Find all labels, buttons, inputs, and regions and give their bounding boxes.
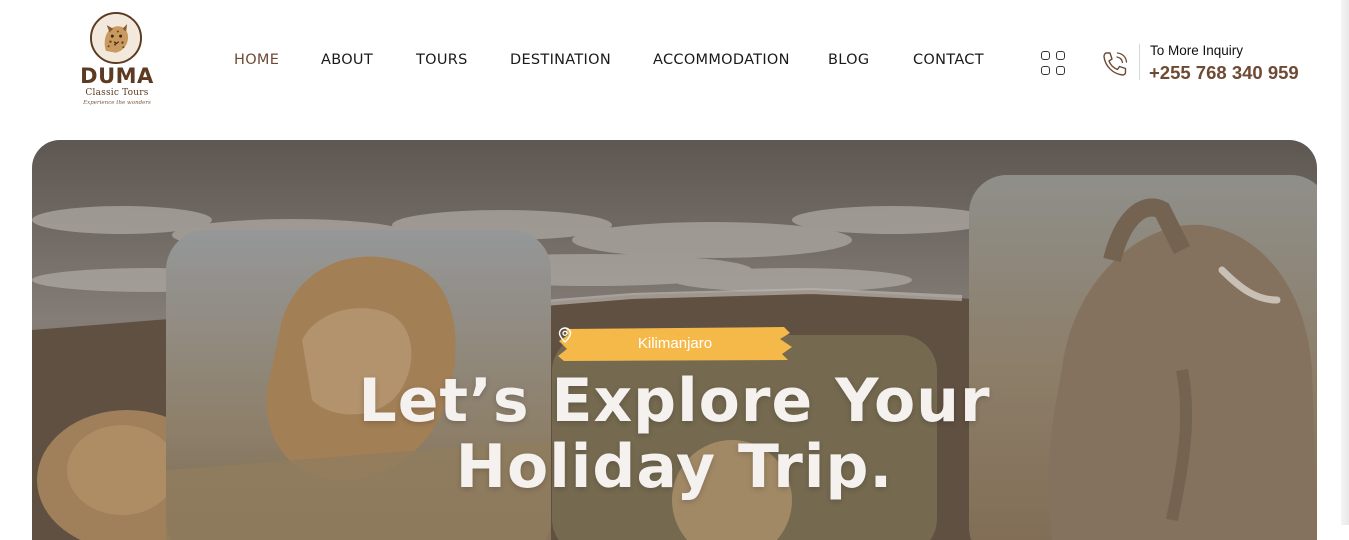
nav-item-about[interactable]: ABOUT xyxy=(321,52,373,68)
hero-title-line2: Holiday Trip. xyxy=(455,432,894,502)
hero-title: Let’s Explore Your Holiday Trip. xyxy=(32,368,1317,500)
location-badge: Kilimanjaro xyxy=(558,327,792,361)
site-header: DUMA Classic Tours Experience the wonder… xyxy=(0,0,1349,140)
grid-menu-icon[interactable] xyxy=(1040,50,1068,78)
logo-tagline: Experience the wonders xyxy=(83,100,151,106)
map-pin-icon xyxy=(558,327,572,343)
location-label: Kilimanjaro xyxy=(637,335,713,352)
inquiry-divider xyxy=(1139,44,1140,80)
nav-item-tours[interactable]: TOURS xyxy=(416,52,468,68)
nav-item-contact[interactable]: CONTACT xyxy=(913,52,984,68)
phone-call-icon xyxy=(1099,48,1131,80)
page-scrollbar[interactable] xyxy=(1341,0,1349,525)
hero-banner: Kilimanjaro Let’s Explore Your Holiday T… xyxy=(32,140,1317,540)
nav-item-home[interactable]: HOME xyxy=(234,52,279,68)
inquiry-label: To More Inquiry xyxy=(1150,43,1244,58)
hero-title-line1: Let’s Explore Your xyxy=(358,366,991,436)
nav-item-destination[interactable]: DESTINATION xyxy=(510,52,611,68)
logo[interactable]: DUMA Classic Tours Experience the wonder… xyxy=(72,10,164,114)
nav-item-blog[interactable]: BLOG xyxy=(828,52,869,68)
nav-item-accommodation[interactable]: ACCOMMODATION xyxy=(653,52,790,68)
inquiry-phone-link[interactable]: +255 768 340 959 xyxy=(1149,62,1299,84)
logo-name: DUMA xyxy=(80,64,154,88)
logo-subtitle: Classic Tours xyxy=(85,88,149,98)
leopard-logo-icon xyxy=(90,12,142,64)
